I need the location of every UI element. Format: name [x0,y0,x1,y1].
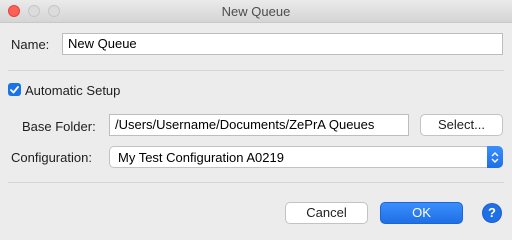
configuration-selected-value: My Test Configuration A0219 [118,150,284,165]
help-button[interactable]: ? [483,204,501,222]
base-folder-field[interactable]: /Users/Username/Documents/ZePrA Queues [109,114,409,136]
configuration-label: Configuration: [11,150,92,165]
ok-button[interactable]: OK [380,202,463,224]
window-title: New Queue [221,4,291,19]
cancel-button[interactable]: Cancel [285,202,368,224]
automatic-setup-label[interactable]: Automatic Setup [25,83,120,98]
checkmark-icon [10,85,19,93]
configuration-select[interactable]: My Test Configuration A0219 [109,146,503,168]
new-queue-dialog: New Queue Name: New Queue Automatic Setu… [0,0,512,237]
automatic-setup-checkbox[interactable] [8,83,21,96]
separator [8,182,504,183]
separator [8,70,504,71]
title-bar: New Queue [0,0,512,23]
up-down-chevron-icon [487,146,503,168]
name-field[interactable]: New Queue [62,33,503,55]
base-folder-label: Base Folder: [22,119,96,134]
name-label: Name: [11,37,50,52]
select-folder-button[interactable]: Select... [420,114,503,136]
